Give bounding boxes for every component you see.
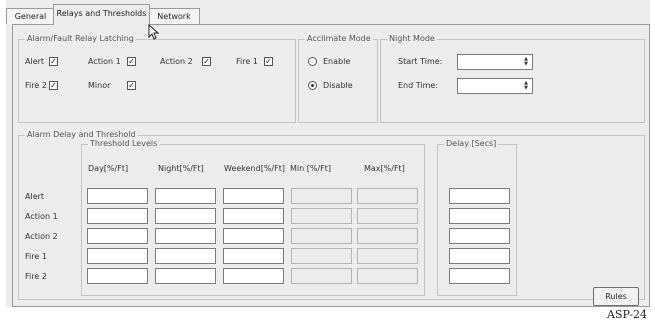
- acclimate-enable-radio[interactable]: [308, 57, 317, 66]
- fire2-max-field: [357, 268, 418, 284]
- latch-fire2-checkbox[interactable]: ✓: [49, 81, 58, 90]
- action2-min-field: [291, 228, 352, 244]
- action1-weekend-field[interactable]: [223, 208, 284, 224]
- alert-min-field: [291, 188, 352, 204]
- fire2-night-field[interactable]: [155, 268, 216, 284]
- alert-delay-field[interactable]: [449, 188, 510, 204]
- tab-general[interactable]: General: [6, 8, 55, 24]
- acclimate-mode-title: Acclimate Mode: [305, 34, 373, 44]
- check-icon: ✓: [265, 57, 272, 66]
- alert-weekend-field[interactable]: [223, 188, 284, 204]
- check-icon: ✓: [128, 81, 135, 90]
- fire1-night-field[interactable]: [155, 248, 216, 264]
- acclimate-disable-label: Disable: [323, 81, 353, 90]
- check-icon: ✓: [203, 57, 210, 66]
- action1-delay-field[interactable]: [449, 208, 510, 224]
- alarm-delay-threshold-group: Alarm Delay and Threshold Threshold Leve…: [18, 130, 645, 300]
- latch-action1-checkbox[interactable]: ✓: [127, 57, 136, 66]
- fire1-min-field: [291, 248, 352, 264]
- latch-minor-checkbox[interactable]: ✓: [127, 81, 136, 90]
- fire1-weekend-field[interactable]: [223, 248, 284, 264]
- fire2-weekend-field[interactable]: [223, 268, 284, 284]
- threshold-levels-title: Threshold Levels: [88, 139, 160, 149]
- alert-max-field: [357, 188, 418, 204]
- action1-night-field[interactable]: [155, 208, 216, 224]
- alert-day-field[interactable]: [87, 188, 148, 204]
- tab-relays-and-thresholds[interactable]: Relays and Thresholds: [53, 4, 150, 25]
- figure-caption: ASP-24: [607, 308, 647, 321]
- dialog-window: General Relays and Thresholds Network Al…: [6, 0, 650, 307]
- relay-latching-group: Alarm/Fault Relay Latching Alert ✓ Actio…: [18, 34, 296, 123]
- acclimate-enable-label: Enable: [323, 57, 351, 66]
- alert-night-field[interactable]: [155, 188, 216, 204]
- fire1-day-field[interactable]: [87, 248, 148, 264]
- latch-action2-checkbox[interactable]: ✓: [202, 57, 211, 66]
- column-header-max: Max[%/Ft]: [364, 164, 405, 173]
- night-mode-title: Night Mode: [387, 34, 437, 44]
- action2-day-field[interactable]: [87, 228, 148, 244]
- latch-alert-checkbox[interactable]: ✓: [49, 57, 58, 66]
- start-time-label: Start Time:: [398, 57, 443, 66]
- action2-night-field[interactable]: [155, 228, 216, 244]
- fire2-day-field[interactable]: [87, 268, 148, 284]
- start-time-field[interactable]: ▲ ▼: [457, 54, 533, 70]
- latch-action1-label: Action 1: [88, 57, 121, 66]
- action1-day-field[interactable]: [87, 208, 148, 224]
- start-time-spinner[interactable]: ▲ ▼: [522, 57, 530, 68]
- check-icon: ✓: [128, 57, 135, 66]
- row-label-action-2: Action 2: [25, 232, 58, 241]
- spin-down-icon[interactable]: ▼: [522, 86, 530, 91]
- row-label-alert: Alert: [25, 192, 45, 201]
- end-time-field[interactable]: ▲ ▼: [457, 78, 533, 94]
- tab-panel: Alarm/Fault Relay Latching Alert ✓ Actio…: [12, 24, 650, 307]
- spin-down-icon[interactable]: ▼: [522, 62, 530, 67]
- acclimate-disable-radio[interactable]: [308, 81, 317, 90]
- fire1-max-field: [357, 248, 418, 264]
- latch-minor-label: Minor: [88, 81, 111, 90]
- latch-action2-label: Action 2: [160, 57, 193, 66]
- relay-latching-title: Alarm/Fault Relay Latching: [25, 34, 136, 44]
- fire2-delay-field[interactable]: [449, 268, 510, 284]
- end-time-label: End Time:: [398, 81, 439, 90]
- latch-fire1-checkbox[interactable]: ✓: [264, 57, 273, 66]
- delay-secs-title: Delay [Secs]: [444, 139, 499, 149]
- check-icon: ✓: [50, 57, 57, 66]
- latch-alert-label: Alert: [25, 57, 45, 66]
- mouse-cursor-icon: [148, 24, 160, 40]
- acclimate-mode-group: Acclimate Mode Enable Disable: [298, 34, 378, 123]
- action2-max-field: [357, 228, 418, 244]
- action1-max-field: [357, 208, 418, 224]
- fire1-delay-field[interactable]: [449, 248, 510, 264]
- action2-weekend-field[interactable]: [223, 228, 284, 244]
- end-time-spinner[interactable]: ▲ ▼: [522, 81, 530, 92]
- column-header-weekend: Weekend[%/Ft]: [224, 164, 285, 173]
- action1-min-field: [291, 208, 352, 224]
- check-icon: ✓: [50, 81, 57, 90]
- latch-fire2-label: Fire 2: [25, 81, 47, 90]
- rules-button[interactable]: Rules: [593, 287, 639, 306]
- latch-fire1-label: Fire 1: [236, 57, 258, 66]
- night-mode-group: Night Mode Start Time: ▲ ▼ End Time: ▲ ▼: [380, 34, 645, 123]
- row-label-fire-2: Fire 2: [25, 272, 47, 281]
- column-header-night: Night[%/Ft]: [158, 164, 204, 173]
- row-label-fire-1: Fire 1: [25, 252, 47, 261]
- tab-network[interactable]: Network: [148, 8, 200, 24]
- column-header-min: Min [%/Ft]: [290, 164, 332, 173]
- fire2-min-field: [291, 268, 352, 284]
- column-header-day: Day[%/Ft]: [88, 164, 129, 173]
- action2-delay-field[interactable]: [449, 228, 510, 244]
- row-label-action-1: Action 1: [25, 212, 58, 221]
